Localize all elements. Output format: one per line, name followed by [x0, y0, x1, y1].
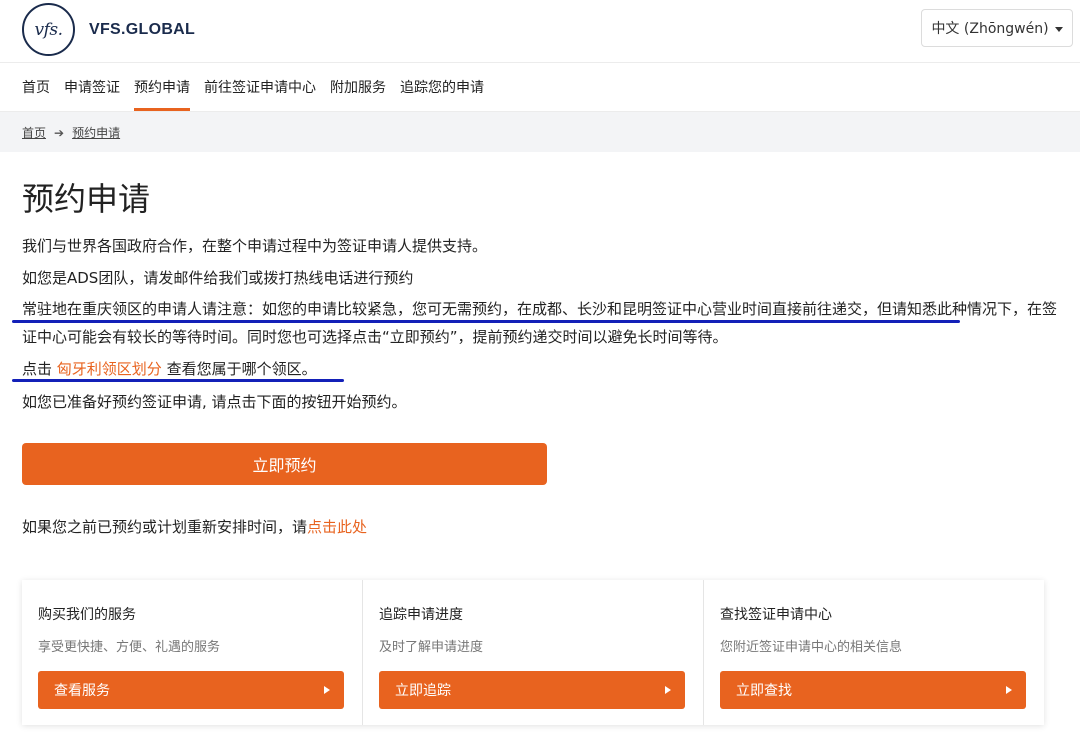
play-arrow-icon	[1006, 686, 1012, 694]
breadcrumb: 首页 ➔ 预约申请	[22, 124, 120, 141]
card-services: 购买我们的服务 享受更快捷、方便、礼遇的服务 查看服务	[22, 580, 363, 725]
page-title: 预约申请	[22, 180, 151, 218]
ready-paragraph: 如您已准备好预约签证申请, 请点击下面的按钮开始预约。	[22, 393, 407, 411]
service-cards: 购买我们的服务 享受更快捷、方便、礼遇的服务 查看服务 追踪申请进度 及时了解申…	[22, 580, 1044, 725]
vfs-logo-text: VFS.GLOBAL	[89, 20, 196, 38]
ads-paragraph: 如您是ADS团队，请发邮件给我们或拨打热线电话进行预约	[22, 269, 414, 287]
button-label: 立即追踪	[395, 683, 451, 699]
site-header: vfs. VFS.GLOBAL 中文 (Zhōngwén)	[0, 0, 1080, 62]
chevron-down-icon	[1054, 26, 1063, 32]
language-selector[interactable]: 中文 (Zhōngwén)	[921, 9, 1073, 47]
card-title: 购买我们的服务	[38, 607, 136, 623]
breadcrumb-current-link[interactable]: 预约申请	[72, 124, 120, 141]
breadcrumb-home-link[interactable]: 首页	[22, 124, 46, 141]
nav-item-apply-visa[interactable]: 申请签证	[64, 63, 120, 111]
intro-paragraph: 我们与世界各国政府合作，在整个申请过程中为签证申请人提供支持。	[22, 237, 488, 255]
card-title: 查找签证申请中心	[720, 607, 832, 623]
arrow-right-icon: ➔	[54, 125, 65, 140]
card-subtitle: 您附近签证申请中心的相关信息	[720, 640, 903, 655]
card-title: 追踪申请进度	[379, 607, 463, 623]
button-label: 立即查找	[736, 683, 792, 699]
reschedule-text: 如果您之前已预约或计划重新安排时间，请	[22, 518, 308, 536]
card-subtitle: 及时了解申请进度	[379, 640, 484, 655]
nav-item-home[interactable]: 首页	[22, 63, 50, 111]
annotation-underline	[12, 379, 344, 382]
track-now-button[interactable]: 立即追踪	[379, 671, 685, 709]
language-label: 中文 (Zhōngwén)	[931, 21, 1049, 37]
consular-district-suffix: 查看您属于哪个领区。	[161, 360, 317, 378]
view-services-button[interactable]: 查看服务	[38, 671, 344, 709]
chongqing-notice-paragraph: 常驻地在重庆领区的申请人请注意：如您的申请比较紧急，您可无需预约，在成都、长沙和…	[22, 295, 1072, 351]
play-arrow-icon	[665, 686, 671, 694]
chongqing-notice-highlight: 常驻地在重庆领区的申请人请注意：如您的申请比较紧急，您可无需预约，在成都、长沙和…	[22, 300, 878, 318]
annotation-underline	[12, 320, 960, 323]
consular-district-link[interactable]: 匈牙利领区划分	[57, 360, 162, 378]
consular-district-prefix: 点击	[22, 360, 57, 378]
nav-item-book-appointment[interactable]: 预约申请	[134, 63, 190, 111]
card-find-centre: 查找签证申请中心 您附近签证申请中心的相关信息 立即查找	[704, 580, 1044, 725]
nav-item-track-application[interactable]: 追踪您的申请	[400, 63, 484, 111]
main-nav: 首页 申请签证 预约申请 前往签证申请中心 附加服务 追踪您的申请	[0, 62, 1080, 112]
nav-item-visit-centre[interactable]: 前往签证申请中心	[204, 63, 316, 111]
card-subtitle: 享受更快捷、方便、礼遇的服务	[38, 640, 221, 655]
button-label: 查看服务	[54, 683, 110, 699]
breadcrumb-bar: 首页 ➔ 预约申请	[0, 112, 1080, 152]
vfs-logo-mark: vfs.	[22, 3, 75, 56]
find-now-button[interactable]: 立即查找	[720, 671, 1026, 709]
nav-item-additional-services[interactable]: 附加服务	[330, 63, 386, 111]
card-track: 追踪申请进度 及时了解申请进度 立即追踪	[363, 580, 704, 725]
reschedule-link[interactable]: 点击此处	[307, 518, 367, 536]
vfs-logo[interactable]: vfs. VFS.GLOBAL	[22, 3, 195, 56]
book-now-button[interactable]: 立即预约	[22, 443, 547, 485]
play-arrow-icon	[324, 686, 330, 694]
reschedule-paragraph: 如果您之前已预约或计划重新安排时间，请点击此处	[22, 512, 367, 542]
